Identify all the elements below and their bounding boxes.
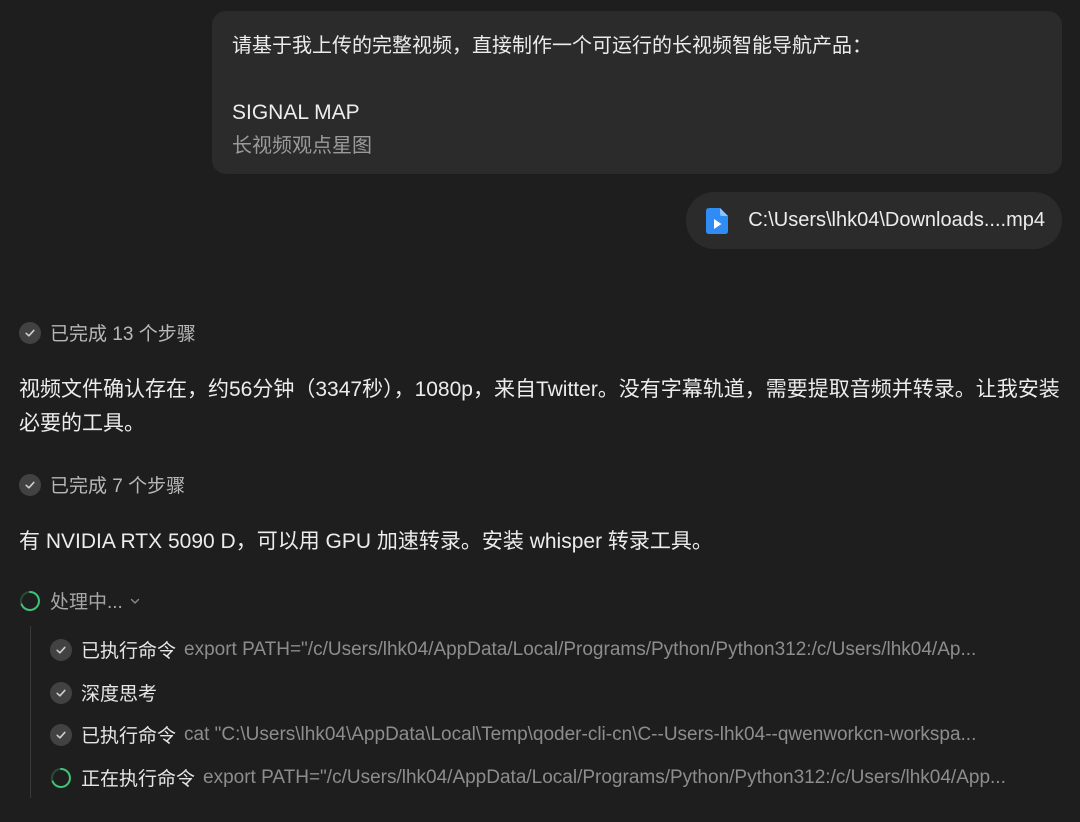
video-attachment-chip[interactable]: C:\Users\lhk04\Downloads....mp4: [686, 192, 1062, 249]
check-icon: [50, 638, 72, 661]
check-icon: [19, 473, 41, 496]
assistant-message: 视频文件确认存在，约56分钟（3347秒），1080p，来自Twitter。没有…: [19, 378, 1060, 435]
processing-label: 处理中...: [50, 592, 123, 613]
check-icon: [19, 321, 41, 344]
check-icon: [50, 723, 72, 746]
action-label: 深度思考: [81, 684, 158, 705]
video-file-icon: [706, 207, 729, 234]
action-label: 正在执行命令: [81, 769, 196, 790]
command-text: export PATH="/c/Users/lhk04/AppData/Loca…: [203, 766, 1006, 788]
steps-label: 已完成 7 个步骤: [50, 476, 186, 497]
command-text: export PATH="/c/Users/lhk04/AppData/Loca…: [184, 638, 977, 660]
action-label: 已执行命令: [81, 641, 177, 662]
action-label: 已执行命令: [81, 726, 177, 747]
user-message-text: 请基于我上传的完整视频，直接制作一个可运行的长视频智能导航产品：: [232, 35, 872, 57]
product-subtitle: 长视频观点星图: [232, 135, 372, 157]
user-message-bubble: 请基于我上传的完整视频，直接制作一个可运行的长视频智能导航产品： SIGNAL …: [212, 11, 1062, 174]
thread-line: [30, 626, 31, 798]
assistant-message: 有 NVIDIA RTX 5090 D，可以用 GPU 加速转录。安装 whis…: [19, 530, 713, 553]
action-item[interactable]: 已执行命令 cat "C:\Users\lhk04\AppData\Local\…: [50, 721, 976, 748]
action-item[interactable]: 深度思考: [50, 679, 165, 706]
chevron-down-icon: [130, 598, 140, 604]
completed-steps-toggle[interactable]: 已完成 7 个步骤: [19, 471, 185, 498]
chat-view: 请基于我上传的完整视频，直接制作一个可运行的长视频智能导航产品： SIGNAL …: [0, 0, 1080, 822]
spinner-icon: [20, 590, 40, 611]
command-text: cat "C:\Users\lhk04\AppData\Local\Temp\q…: [184, 723, 977, 745]
spinner-icon: [51, 767, 71, 788]
processing-toggle[interactable]: 处理中...: [19, 587, 141, 614]
product-name: SIGNAL MAP: [232, 101, 360, 124]
action-item[interactable]: 已执行命令 export PATH="/c/Users/lhk04/AppDat…: [50, 636, 976, 663]
check-icon: [50, 681, 72, 704]
steps-label: 已完成 13 个步骤: [50, 324, 196, 345]
completed-steps-toggle[interactable]: 已完成 13 个步骤: [19, 319, 196, 346]
attachment-filename: C:\Users\lhk04\Downloads....mp4: [748, 209, 1045, 231]
action-item[interactable]: 正在执行命令 export PATH="/c/Users/lhk04/AppDa…: [50, 764, 1006, 791]
